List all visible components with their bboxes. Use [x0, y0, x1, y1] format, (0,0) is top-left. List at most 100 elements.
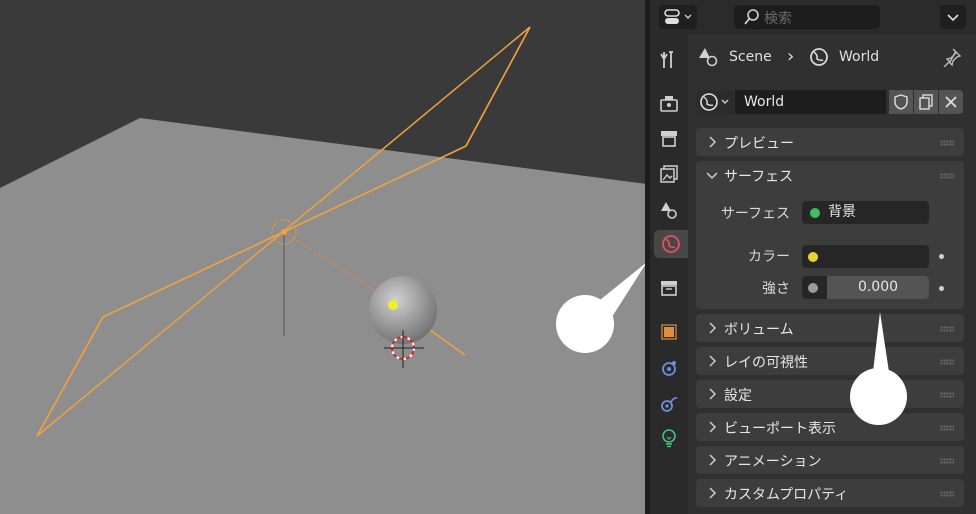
tab-output[interactable]	[655, 124, 683, 152]
breadcrumb-scene[interactable]: Scene	[729, 45, 772, 69]
sphere-origin	[388, 300, 398, 310]
tool-icon	[660, 51, 673, 68]
shield-icon	[894, 94, 908, 110]
chevron-right-icon	[709, 355, 717, 367]
value-socket-icon	[808, 283, 818, 293]
world-name-field[interactable]: World	[735, 90, 886, 114]
properties-editor-icon	[664, 9, 692, 24]
world-browse-button[interactable]	[696, 90, 734, 114]
tab-object[interactable]	[655, 318, 683, 346]
world-icon	[810, 48, 828, 66]
breadcrumb-world[interactable]: World	[839, 45, 879, 69]
search-icon	[744, 9, 759, 25]
pin-button[interactable]	[942, 47, 962, 71]
color-field[interactable]	[802, 245, 929, 268]
keyframe-dot-icon[interactable]	[939, 286, 944, 291]
panel-surface-label: サーフェス	[724, 169, 794, 185]
scene-icon	[661, 202, 677, 219]
strength-label: 強さ	[762, 281, 790, 297]
panel-viewport-display[interactable]: ビューポート表示	[696, 413, 964, 441]
chevron-down-icon	[947, 14, 959, 22]
keyframe-dot-icon[interactable]	[939, 254, 944, 259]
world-datablock: World	[696, 90, 964, 114]
panel-preview[interactable]: プレビュー	[696, 128, 964, 156]
tab-physics[interactable]	[655, 390, 683, 418]
panel-ray-visibility[interactable]: レイの可視性	[696, 347, 964, 375]
panel-settings[interactable]: 設定	[696, 380, 964, 408]
surface-shader-value: 背景	[828, 204, 856, 220]
object-icon	[661, 324, 677, 340]
chevron-right-icon	[709, 322, 717, 334]
close-icon	[945, 96, 957, 108]
tab-tool[interactable]	[655, 46, 683, 74]
physics-icon	[661, 396, 678, 412]
panel-ray-visibility-label: レイの可視性	[724, 355, 808, 371]
ground-plane	[0, 118, 647, 514]
annotation-bubble	[556, 295, 614, 353]
panel-viewport-display-label: ビューポート表示	[724, 421, 836, 437]
panel-settings-label: 設定	[724, 388, 752, 404]
drag-handle-icon[interactable]	[940, 140, 954, 146]
strength-field[interactable]: 0.000	[802, 276, 929, 299]
world-icon	[700, 93, 729, 111]
search-placeholder: 検索	[764, 11, 792, 27]
tab-scene[interactable]	[655, 196, 683, 224]
panel-preview-label: プレビュー	[724, 136, 794, 152]
output-icon	[661, 131, 677, 147]
drag-handle-icon[interactable]	[940, 173, 954, 179]
chevron-right-icon	[709, 487, 717, 499]
chevron-right-icon	[709, 421, 717, 433]
tab-render[interactable]	[655, 90, 683, 118]
drag-handle-icon[interactable]	[940, 458, 954, 464]
render-icon	[660, 96, 678, 112]
drag-handle-icon[interactable]	[940, 392, 954, 398]
panel-custom-properties[interactable]: カスタムプロパティ	[696, 479, 964, 507]
strength-value[interactable]: 0.000	[827, 276, 929, 299]
search-input[interactable]: 検索	[734, 5, 880, 29]
tab-object-data[interactable]	[655, 424, 683, 452]
view-layer-icon	[660, 165, 678, 183]
properties-header: 検索	[650, 0, 976, 34]
annotation-bubble	[850, 368, 907, 425]
drag-handle-icon[interactable]	[940, 359, 954, 365]
pin-icon	[943, 48, 962, 68]
editor-type-button[interactable]	[659, 5, 697, 29]
tab-modifier[interactable]	[655, 354, 683, 382]
breadcrumb-separator: ›	[787, 46, 795, 67]
duplicate-icon	[919, 94, 933, 110]
drag-handle-icon[interactable]	[940, 425, 954, 431]
tab-collection[interactable]	[655, 274, 683, 302]
modifier-icon	[662, 361, 676, 376]
world-icon	[662, 235, 680, 253]
surface-label: サーフェス	[720, 206, 790, 222]
panel-volume[interactable]: ボリューム	[696, 314, 964, 342]
surface-panel-body: サーフェス 背景 カラー 強さ 0.000	[696, 189, 964, 309]
surface-shader-field[interactable]: 背景	[802, 201, 929, 224]
chevron-down-icon	[706, 172, 718, 180]
fake-user-button[interactable]	[889, 90, 913, 114]
color-socket-icon	[808, 252, 818, 262]
properties-editor: 検索 Scene › World World プレビュー サーフェス サーフェス…	[650, 0, 976, 514]
chevron-right-icon	[709, 388, 717, 400]
panel-animation-label: アニメーション	[724, 454, 822, 470]
chevron-right-icon	[709, 454, 717, 466]
duplicate-button[interactable]	[914, 90, 938, 114]
shader-socket-icon	[810, 208, 820, 218]
drag-handle-icon[interactable]	[940, 491, 954, 497]
tab-world[interactable]	[654, 230, 688, 258]
3d-viewport[interactable]	[0, 0, 647, 514]
collection-icon	[661, 281, 677, 296]
unlink-button[interactable]	[939, 90, 963, 114]
tab-view-layer[interactable]	[655, 160, 683, 188]
panel-custom-properties-label: カスタムプロパティ	[724, 487, 849, 503]
properties-tabs	[650, 34, 688, 514]
panel-surface[interactable]: サーフェス	[696, 161, 964, 189]
object-data-icon	[662, 429, 676, 448]
color-label: カラー	[748, 249, 790, 265]
viewport-scene	[0, 26, 647, 514]
options-button[interactable]	[940, 5, 966, 29]
drag-handle-icon[interactable]	[940, 326, 954, 332]
panel-animation[interactable]: アニメーション	[696, 446, 964, 474]
scene-icon	[699, 48, 718, 67]
chevron-right-icon	[709, 136, 717, 148]
